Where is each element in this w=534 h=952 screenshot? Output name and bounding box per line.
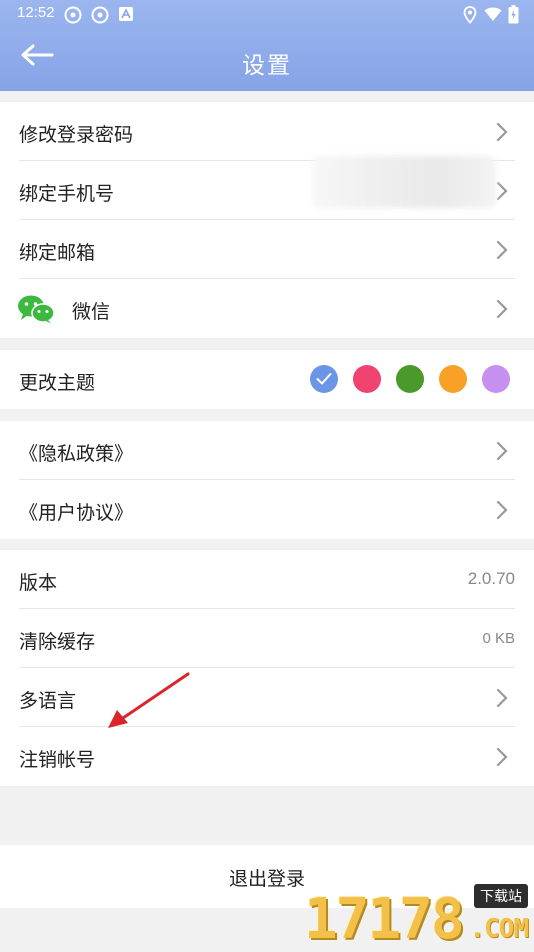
theme-label: 更改主题 (19, 372, 96, 394)
wechat-icon (18, 295, 55, 324)
status-time: 12:52 (17, 4, 55, 21)
theme-swatch-purple[interactable] (482, 365, 510, 393)
chevron-right-icon (496, 240, 508, 260)
change-password-label: 修改登录密码 (19, 124, 134, 146)
blurred-phone-value (312, 156, 496, 208)
chevron-right-icon (496, 299, 508, 319)
theme-swatch-blue[interactable] (310, 365, 338, 393)
version-row: 版本 2.0.70 (0, 550, 534, 609)
policy-group: 《隐私政策》 《用户协议》 (0, 421, 534, 539)
theme-swatch-orange[interactable] (439, 365, 467, 393)
cancel-account-label: 注销帐号 (19, 749, 96, 771)
bind-email-row[interactable]: 绑定邮箱 (0, 220, 534, 279)
a-icon (119, 7, 133, 21)
bind-email-label: 绑定邮箱 (19, 242, 96, 264)
logout-label: 退出登录 (228, 868, 305, 890)
language-label: 多语言 (19, 690, 77, 712)
annotation-arrow (108, 672, 190, 728)
battery-icon (508, 5, 519, 24)
app-icon (91, 6, 109, 24)
theme-group: 更改主题 (0, 350, 534, 409)
theme-swatch-green[interactable] (396, 365, 424, 393)
user-agreement-label: 《用户协议》 (19, 502, 134, 524)
theme-swatch-pink[interactable] (353, 365, 381, 393)
chevron-right-icon (496, 441, 508, 461)
watermark-suffix: .COM (469, 914, 529, 944)
nav-bar: 设置 (0, 28, 534, 91)
chevron-right-icon (496, 181, 508, 201)
user-agreement-row[interactable]: 《用户协议》 (0, 480, 534, 539)
app-header: 12:52 设置 (0, 0, 534, 91)
change-password-row[interactable]: 修改登录密码 (0, 102, 534, 161)
location-icon (463, 6, 477, 24)
watermark-logo: 17178 下载站 .COM (304, 884, 530, 948)
misc-group: 版本 2.0.70 清除缓存 0 KB 多语言 注销帐号 (0, 550, 534, 786)
version-value: 2.0.70 (467, 569, 515, 588)
privacy-policy-row[interactable]: 《隐私政策》 (0, 421, 534, 480)
theme-swatches (310, 365, 510, 393)
bind-phone-label: 绑定手机号 (19, 183, 115, 205)
watermark-tag: 下载站 (474, 884, 528, 908)
watermark-digits: 17178 (304, 887, 465, 952)
cancel-account-row[interactable]: 注销帐号 (0, 727, 534, 786)
chevron-right-icon (496, 747, 508, 767)
account-settings-group: 修改登录密码 绑定手机号 绑定邮箱 微信 (0, 102, 534, 338)
version-label: 版本 (19, 572, 58, 594)
status-bar: 12:52 (0, 0, 534, 28)
wechat-label: 微信 (72, 301, 111, 323)
theme-row: 更改主题 (0, 350, 534, 409)
cache-size-value: 0 KB (482, 630, 515, 647)
wifi-icon (484, 7, 502, 21)
wechat-row[interactable]: 微信 (0, 279, 534, 338)
chevron-right-icon (496, 500, 508, 520)
privacy-policy-label: 《隐私政策》 (19, 443, 134, 465)
chevron-right-icon (496, 688, 508, 708)
clear-cache-row[interactable]: 清除缓存 0 KB (0, 609, 534, 668)
page-title: 设置 (242, 53, 292, 79)
clear-cache-label: 清除缓存 (19, 631, 96, 653)
app-icon (64, 6, 82, 24)
language-row[interactable]: 多语言 (0, 668, 534, 727)
check-icon (316, 373, 332, 385)
chevron-right-icon (496, 122, 508, 142)
